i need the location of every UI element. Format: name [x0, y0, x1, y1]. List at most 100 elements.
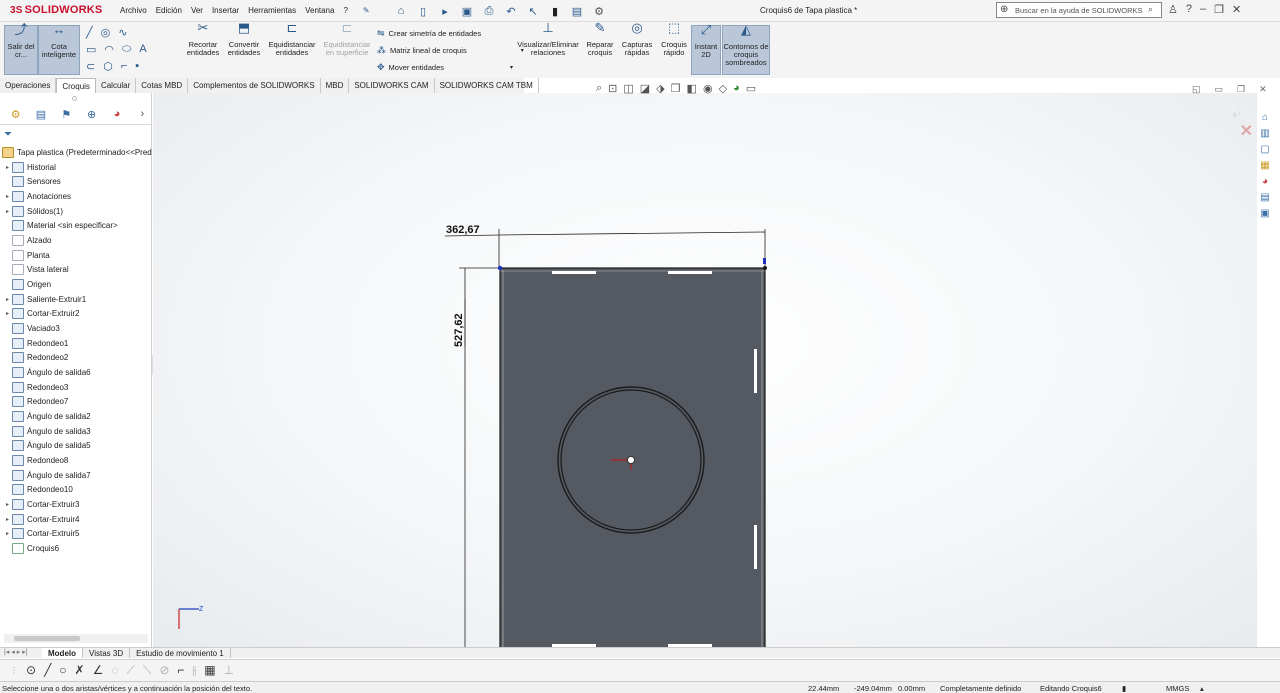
property-manager-icon[interactable]: ▤: [31, 108, 50, 124]
tree-item[interactable]: Croquis6: [0, 541, 152, 556]
expand-arrow-icon[interactable]: ▸: [3, 501, 12, 508]
tab-calcular[interactable]: Calcular: [96, 78, 137, 93]
print-icon[interactable]: ⎙: [480, 3, 498, 19]
tree-item[interactable]: Ángulo de salida2: [0, 409, 152, 424]
tree-item[interactable]: Ángulo de salida3: [0, 424, 152, 439]
expand-arrow-icon[interactable]: ▸: [3, 164, 12, 171]
corner-vertex-right[interactable]: [763, 266, 767, 270]
instant2d-button[interactable]: ⤢ Instant 2D: [691, 23, 721, 75]
menu-herramientas[interactable]: Herramientas: [248, 6, 296, 15]
tree-item[interactable]: Redondeo7: [0, 394, 152, 409]
scene-icon[interactable]: ◕: [733, 82, 740, 95]
tree-item[interactable]: Redondeo3: [0, 380, 152, 395]
new-document-icon[interactable]: ▯: [414, 3, 432, 19]
menu-edicion[interactable]: Edición: [156, 6, 182, 15]
construction-tool-icon[interactable]: ∠: [93, 663, 104, 678]
tree-item[interactable]: Material <sin especificar>: [0, 218, 152, 233]
zoom-to-fit-icon[interactable]: ⌕: [596, 82, 602, 95]
help-icon[interactable]: ?: [1186, 3, 1192, 16]
save-icon[interactable]: ▣: [458, 3, 476, 19]
appearances-icon[interactable]: ◕: [1258, 176, 1272, 189]
menu-ver[interactable]: Ver: [191, 6, 203, 15]
menu-ventana[interactable]: Ventana: [305, 6, 334, 15]
display-manager-icon[interactable]: ◕: [107, 108, 126, 124]
filter-icon[interactable]: ⏷: [4, 129, 12, 140]
mirror-entities-button[interactable]: ⇋ Crear simetría de entidades: [377, 28, 481, 39]
minimize-icon[interactable]: –: [1200, 3, 1206, 16]
tab-solidworks-cam-tbm[interactable]: SOLIDWORKS CAM TBM: [435, 78, 539, 93]
panel-arrow-icon[interactable]: ›: [133, 108, 152, 124]
chevron-down-icon[interactable]: ▾: [510, 64, 513, 71]
slot-top-left[interactable]: [552, 271, 596, 274]
menu-archivo[interactable]: Archivo: [120, 6, 147, 15]
exit-sketch-button[interactable]: ⤴ Salir del cr...: [4, 23, 38, 75]
slot-right-lower[interactable]: [754, 525, 757, 569]
slot-icon[interactable]: ⊂: [86, 60, 95, 73]
help-search-input[interactable]: ⊕ Buscar en la ayuda de SOLIDWORKS ⌕: [996, 2, 1162, 18]
convert-entities-button[interactable]: ⬒ Convertir entidades: [225, 21, 263, 57]
spline-icon[interactable]: ∿: [118, 26, 127, 39]
configuration-manager-icon[interactable]: ⚑: [57, 108, 76, 124]
custom-properties-icon[interactable]: ▤: [1258, 192, 1272, 205]
tree-item[interactable]: ▸ Anotaciones: [0, 189, 152, 204]
expand-arrow-icon[interactable]: ▸: [3, 516, 12, 523]
polygon-icon[interactable]: ⬡: [103, 60, 113, 73]
forum-icon[interactable]: ▣: [1258, 208, 1272, 221]
ellipse-icon[interactable]: ⬭: [122, 43, 131, 56]
quick-snaps-button[interactable]: ◎ Capturas rápidas: [619, 21, 655, 57]
tree-item[interactable]: ▸ Cortar-Extruir5: [0, 526, 152, 541]
open-icon[interactable]: ▸: [436, 3, 454, 19]
section-view-icon[interactable]: ◪: [640, 82, 650, 95]
view-palette-icon[interactable]: ▦: [1258, 160, 1272, 173]
shaded-contours-button[interactable]: ◭ Contornos de croquis sombreados: [722, 23, 770, 75]
menu-help[interactable]: ?: [343, 6, 347, 15]
expand-arrow-icon[interactable]: ▸: [3, 310, 12, 317]
tree-item[interactable]: ▸ Sólidos(1): [0, 204, 152, 219]
linear-pattern-button[interactable]: ⁂ Matriz lineal de croquis ▾: [377, 45, 524, 56]
solidworks-logo[interactable]: 3S SOLIDWORKS: [10, 4, 102, 16]
rectangle-icon[interactable]: ▭: [86, 43, 96, 56]
grid-tool-icon[interactable]: ▦: [204, 663, 215, 678]
tree-item[interactable]: Vaciado3: [0, 321, 152, 336]
previous-view-icon[interactable]: ◫: [623, 82, 633, 95]
tab-cotas-mbd[interactable]: Cotas MBD: [136, 78, 189, 93]
line-tool-icon[interactable]: ╱: [44, 663, 51, 678]
doc-tile-icon[interactable]: ▭: [1215, 84, 1224, 95]
feature-manager-icon[interactable]: ⚙: [6, 108, 25, 124]
tab-complementos[interactable]: Complementos de SOLIDWORKS: [188, 78, 321, 93]
slot-right-upper[interactable]: [754, 349, 757, 393]
display-relations-button[interactable]: ⊥ Visualizar/Eliminar relaciones: [514, 21, 582, 57]
rebuild-icon[interactable]: ▮: [1122, 684, 1126, 693]
move-entities-button[interactable]: ✥ Mover entidades ▾: [377, 62, 513, 73]
tree-item[interactable]: Ángulo de salida7: [0, 468, 152, 483]
tree-item[interactable]: Redondeo10: [0, 482, 152, 497]
view-settings-icon[interactable]: ▭: [746, 82, 756, 95]
design-library-icon[interactable]: ▥: [1258, 128, 1272, 141]
point-icon[interactable]: ▪: [135, 60, 139, 73]
smart-dimension-button[interactable]: ↔ Cota inteligente: [38, 23, 80, 75]
tree-item[interactable]: Redondeo8: [0, 453, 152, 468]
tab-navigation[interactable]: |◂ ◂ ▸ ▸|: [0, 648, 42, 658]
zoom-area-icon[interactable]: ⊡: [608, 82, 617, 95]
line-icon[interactable]: ╱: [86, 26, 93, 39]
search-icon[interactable]: ⌕: [1148, 4, 1153, 15]
trim-entities-button[interactable]: ✂ Recortar entidades: [183, 21, 223, 57]
circle-icon[interactable]: ◎: [101, 26, 111, 39]
expand-arrow-icon[interactable]: ▸: [3, 296, 12, 303]
expand-arrow-icon[interactable]: ▸: [3, 193, 12, 200]
tree-item[interactable]: Redondeo2: [0, 350, 152, 365]
tree-item[interactable]: ▸ Saliente-Extruir1: [0, 292, 152, 307]
doc-maximize-icon[interactable]: ❐: [1237, 84, 1245, 95]
circle-tool-icon[interactable]: ⊙: [26, 663, 36, 678]
tree-item[interactable]: Planta: [0, 248, 152, 263]
view-orientation-icon[interactable]: ❒: [671, 82, 681, 95]
options-gear-icon[interactable]: ⚙: [590, 3, 608, 19]
units-chevron-icon[interactable]: ▴: [1200, 684, 1204, 693]
width-dimension-text[interactable]: 362,67: [446, 224, 480, 236]
tab-modelo[interactable]: Modelo: [42, 648, 83, 658]
tree-item[interactable]: ▸ Historial: [0, 160, 152, 175]
display-style-icon[interactable]: ◧: [687, 82, 697, 95]
pin-icon[interactable]: ✎: [363, 6, 370, 15]
tree-item[interactable]: Sensores: [0, 174, 152, 189]
slot-top-right[interactable]: [668, 271, 712, 274]
